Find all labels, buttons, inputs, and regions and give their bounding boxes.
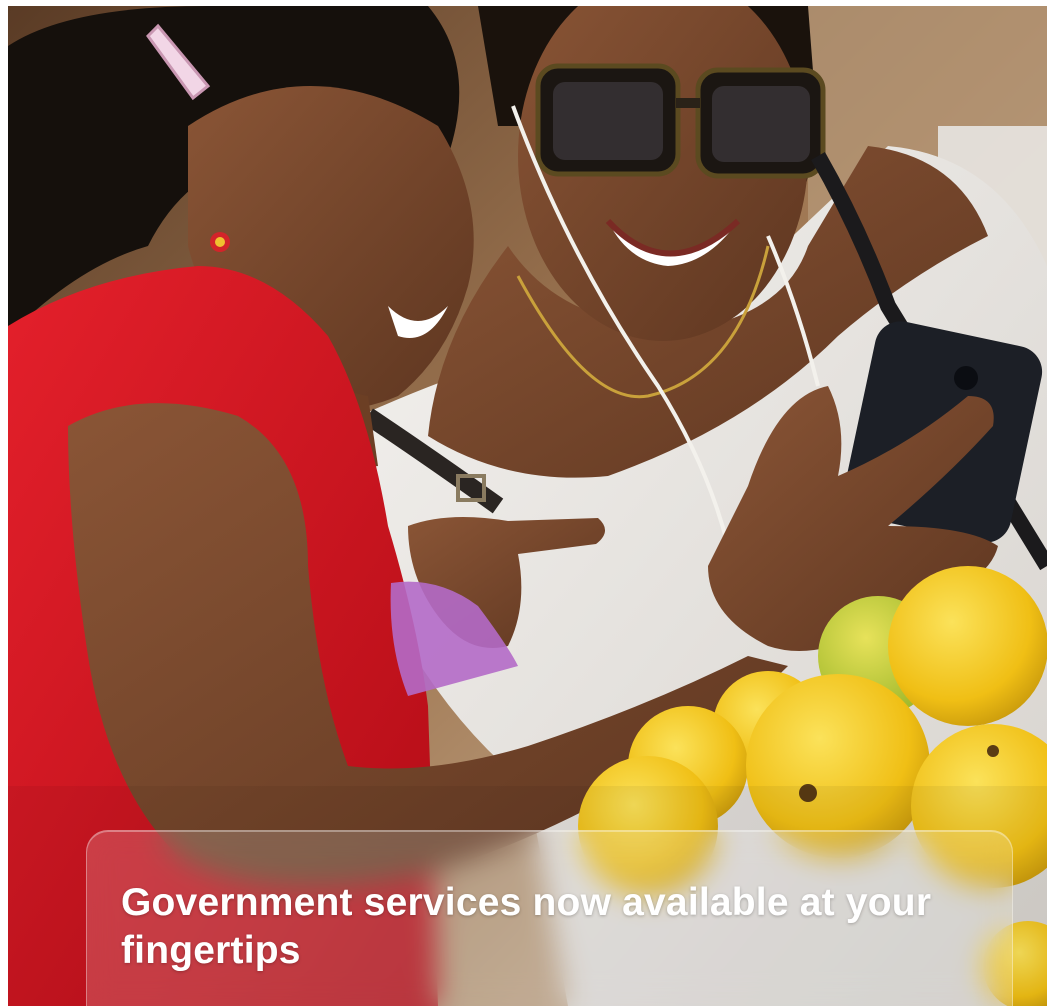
hero-caption: Government services now available at you… (121, 881, 932, 972)
hero-image: Government services now available at you… (8, 6, 1047, 1006)
caption-card: Government services now available at you… (86, 830, 1013, 1006)
